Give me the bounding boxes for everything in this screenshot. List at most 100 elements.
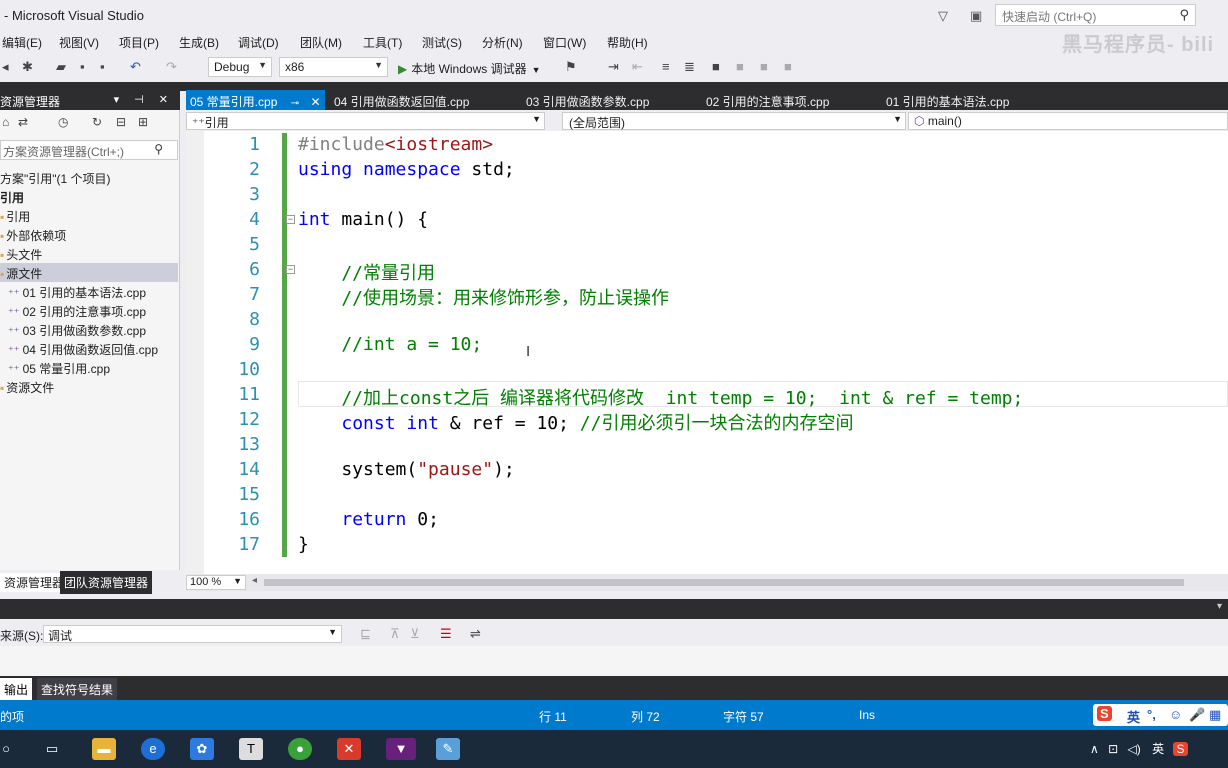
quick-launch-input[interactable]: 快速启动 (Ctrl+Q) ⚲	[995, 4, 1196, 26]
tree-solution[interactable]: 方案"引用"(1 个项目)	[0, 168, 178, 187]
code-line[interactable]: system("pause");	[298, 459, 514, 480]
undo-icon[interactable]: ↶	[130, 59, 141, 75]
collapse-icon[interactable]: ⊟	[116, 115, 126, 129]
menu-view[interactable]: 视图(V)	[59, 34, 99, 51]
menu-debug[interactable]: 调试(D)	[238, 34, 279, 51]
ime-toolbar[interactable]: S 英 °, ☺ 🎤 ▦	[1093, 704, 1228, 726]
tab-solution-explorer[interactable]: 资源管理器	[0, 573, 69, 592]
menu-help[interactable]: 帮助(H)	[607, 34, 648, 51]
tab-02[interactable]: 02 引用的注意事项.cpp	[702, 90, 833, 110]
switch-view-icon[interactable]: ⇄	[18, 115, 28, 129]
tree-file[interactable]: ⁺⁺ 04 引用做函数返回值.cpp	[0, 339, 178, 358]
menu-edit[interactable]: 编辑(E)	[2, 34, 42, 51]
task-view-icon[interactable]: ▭	[40, 738, 64, 760]
punctuation-icon[interactable]: °,	[1147, 707, 1156, 722]
tree-resource-files[interactable]: ▪ 资源文件	[0, 377, 178, 396]
chevron-down-icon[interactable]: ▾	[1217, 601, 1222, 612]
tab-team-explorer[interactable]: 团队资源管理器	[60, 571, 153, 594]
scroll-left-icon[interactable]: ◂	[252, 575, 257, 586]
prev-bookmark-icon[interactable]: ■	[736, 59, 744, 74]
tree-file[interactable]: ⁺⁺ 01 引用的基本语法.cpp	[0, 282, 178, 301]
panel-controls[interactable]: ▾ ⊣ ✕	[114, 93, 174, 106]
menu-build[interactable]: 生成(B)	[179, 34, 219, 51]
output-body[interactable]	[0, 646, 1228, 676]
nav-back-icon[interactable]: ◂	[2, 59, 9, 75]
code-line[interactable]: //int a = 10;	[298, 334, 482, 355]
code-line[interactable]: #include<iostream>	[298, 134, 493, 155]
code-line[interactable]: return 0;	[298, 509, 439, 530]
zoom-dropdown[interactable]: 100 % ▼	[186, 575, 246, 590]
tab-03[interactable]: 03 引用做函数参数.cpp	[522, 90, 653, 110]
fold-toggle[interactable]: −	[286, 265, 295, 274]
tab-05-const-ref[interactable]: 05 常量引用.cpp ⊸ ✕	[186, 90, 325, 110]
edge-browser-icon[interactable]: e	[141, 738, 165, 760]
menu-tools[interactable]: 工具(T)	[363, 34, 402, 51]
new-project-icon[interactable]: ✱	[22, 59, 33, 75]
menu-project[interactable]: 项目(P)	[119, 34, 159, 51]
pin-icon[interactable]: ⊸	[291, 98, 299, 109]
app-icon[interactable]: ✿	[190, 738, 214, 760]
next-message-icon[interactable]: ⊻	[410, 626, 420, 642]
save-all-icon[interactable]: ▪	[100, 59, 105, 74]
tab-find-symbol[interactable]: 查找符号结果	[37, 678, 118, 701]
tray-chevron-icon[interactable]: ∧	[1090, 742, 1099, 756]
refresh-icon[interactable]: ↻	[92, 115, 102, 129]
open-file-icon[interactable]: ▰	[56, 59, 66, 75]
history-icon[interactable]: ◷	[58, 115, 68, 129]
solution-search-input[interactable]: 方案资源管理器(Ctrl+;) ⚲	[0, 140, 178, 160]
file-explorer-icon[interactable]: ▬	[92, 738, 116, 760]
code-line[interactable]: using namespace std;	[298, 159, 515, 180]
menu-test[interactable]: 测试(S)	[422, 34, 462, 51]
member-dropdown[interactable]: ⬡ main()	[908, 112, 1228, 130]
project-dropdown[interactable]: ⁺⁺引用 ▼	[186, 112, 545, 130]
ime-mode[interactable]: 英	[1127, 707, 1140, 726]
save-icon[interactable]: ▪	[80, 59, 85, 74]
feedback-icon[interactable]: ▣	[970, 8, 982, 24]
close-icon[interactable]: ✕	[310, 95, 320, 109]
start-search-icon[interactable]: ○	[0, 738, 18, 760]
keyboard-icon[interactable]: ▦	[1209, 707, 1221, 723]
start-debug-button[interactable]: ▶ 本地 Windows 调试器 ▼	[398, 60, 541, 77]
paint-icon[interactable]: ✎	[436, 738, 460, 760]
output-source-select[interactable]: 调试 ▼	[43, 625, 342, 643]
code-editor[interactable]: 1 #include<iostream> 2 using namespace std;…	[186, 131, 1228, 574]
code-line[interactable]: int main() {	[298, 209, 428, 230]
menu-window[interactable]: 窗口(W)	[543, 34, 586, 51]
bookmark-icon[interactable]: ■	[712, 59, 720, 74]
find-message-icon[interactable]: ⊑	[360, 626, 371, 642]
tree-file[interactable]: ⁺⁺ 03 引用做函数参数.cpp	[0, 320, 178, 339]
platform-select[interactable]: x86 ▼	[279, 57, 388, 77]
tab-01[interactable]: 01 引用的基本语法.cpp	[882, 90, 1013, 110]
tree-file[interactable]: ⁺⁺ 05 常量引用.cpp	[0, 358, 178, 377]
tree-references[interactable]: ▪ 引用	[0, 206, 178, 225]
filter-icon[interactable]: ▽	[938, 8, 948, 24]
redo-icon[interactable]: ↷	[166, 59, 177, 75]
network-icon[interactable]: ⊡	[1108, 742, 1118, 756]
menu-team[interactable]: 团队(M)	[300, 34, 342, 51]
menu-analyze[interactable]: 分析(N)	[482, 34, 523, 51]
config-select[interactable]: Debug ▼	[208, 57, 272, 77]
tree-external-deps[interactable]: ▪ 外部依赖项	[0, 225, 178, 244]
word-wrap-icon[interactable]: ⇌	[470, 626, 481, 642]
uncomment-icon[interactable]: ≣	[684, 59, 695, 75]
emoji-icon[interactable]: ☺	[1169, 707, 1182, 722]
xmind-icon[interactable]: ✕	[337, 738, 361, 760]
scope-dropdown[interactable]: (全局范围) ▼	[562, 112, 906, 130]
code-line[interactable]: }	[298, 534, 309, 555]
code-line[interactable]: //使用场景：用来修饰形参，防止误操作	[298, 284, 669, 310]
tree-header-files[interactable]: ▪ 头文件	[0, 244, 178, 263]
code-line[interactable]: const int & ref = 10; //引用必须引一块合法的内存空间	[298, 409, 853, 435]
volume-icon[interactable]: ◁)	[1128, 742, 1141, 756]
green-app-icon[interactable]: ●	[288, 738, 312, 760]
prev-message-icon[interactable]: ⊼	[390, 626, 400, 642]
code-line[interactable]: //常量引用	[298, 259, 435, 285]
tray-language[interactable]: 英	[1152, 742, 1164, 756]
scrollbar-thumb[interactable]	[264, 579, 1184, 586]
step-icon[interactable]: ⇥	[608, 59, 619, 75]
clear-bookmark-icon[interactable]: ■	[784, 59, 792, 74]
find-icon[interactable]: ⚑	[565, 59, 577, 75]
tree-source-files[interactable]: ▪ 源文件	[0, 263, 178, 282]
properties-icon[interactable]: ⊞	[138, 115, 148, 129]
tab-04[interactable]: 04 引用做函数返回值.cpp	[330, 90, 473, 110]
tab-output[interactable]: 输出	[0, 678, 33, 701]
